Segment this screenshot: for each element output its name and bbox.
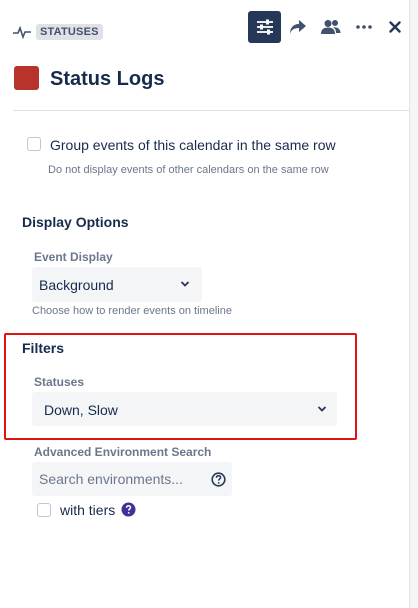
with-tiers-label: with tiers [60, 502, 116, 518]
event-display-help: Choose how to render events on timeline [32, 305, 232, 317]
statuses-label: Statuses [34, 375, 85, 389]
group-events-help: Do not display events of other calendars… [48, 164, 329, 176]
close-icon [388, 21, 401, 33]
statuses-value: Down, Slow [44, 402, 118, 418]
header-divider [13, 110, 410, 111]
chevron-down-icon [317, 406, 327, 412]
statuses-select[interactable]: Down, Slow [32, 392, 337, 426]
group-events-checkbox[interactable] [27, 137, 41, 151]
settings-button[interactable] [248, 11, 281, 43]
chevron-down-icon [180, 281, 190, 287]
help-outline-icon[interactable] [211, 472, 226, 487]
event-display-label: Event Display [34, 250, 113, 264]
people-icon [320, 20, 340, 34]
display-options-heading: Display Options [22, 214, 129, 230]
panel-header: STATUSES [0, 0, 410, 60]
help-icon[interactable] [121, 502, 136, 517]
with-tiers-checkbox[interactable] [37, 503, 51, 517]
share-button[interactable] [281, 11, 314, 43]
event-display-select[interactable]: Background [32, 267, 202, 302]
more-icon [355, 25, 372, 29]
event-display-value: Background [39, 277, 114, 293]
sliders-icon [256, 19, 273, 35]
more-button[interactable] [347, 11, 380, 43]
close-button[interactable] [378, 11, 411, 43]
filters-heading: Filters [22, 340, 65, 356]
advanced-search-label: Advanced Environment Search [34, 445, 212, 459]
environment-search-input[interactable] [32, 462, 232, 496]
calendar-settings-panel: STATUSES Status Logs Group events of thi… [0, 0, 410, 608]
calendar-title: Status Logs [50, 68, 165, 90]
pulse-icon [13, 25, 31, 39]
group-events-label: Group events of this calendar in the sam… [50, 137, 336, 153]
calendar-type-tag: STATUSES [36, 24, 103, 40]
members-button[interactable] [314, 11, 347, 43]
share-icon [289, 20, 306, 34]
calendar-color-swatch[interactable] [14, 66, 39, 90]
